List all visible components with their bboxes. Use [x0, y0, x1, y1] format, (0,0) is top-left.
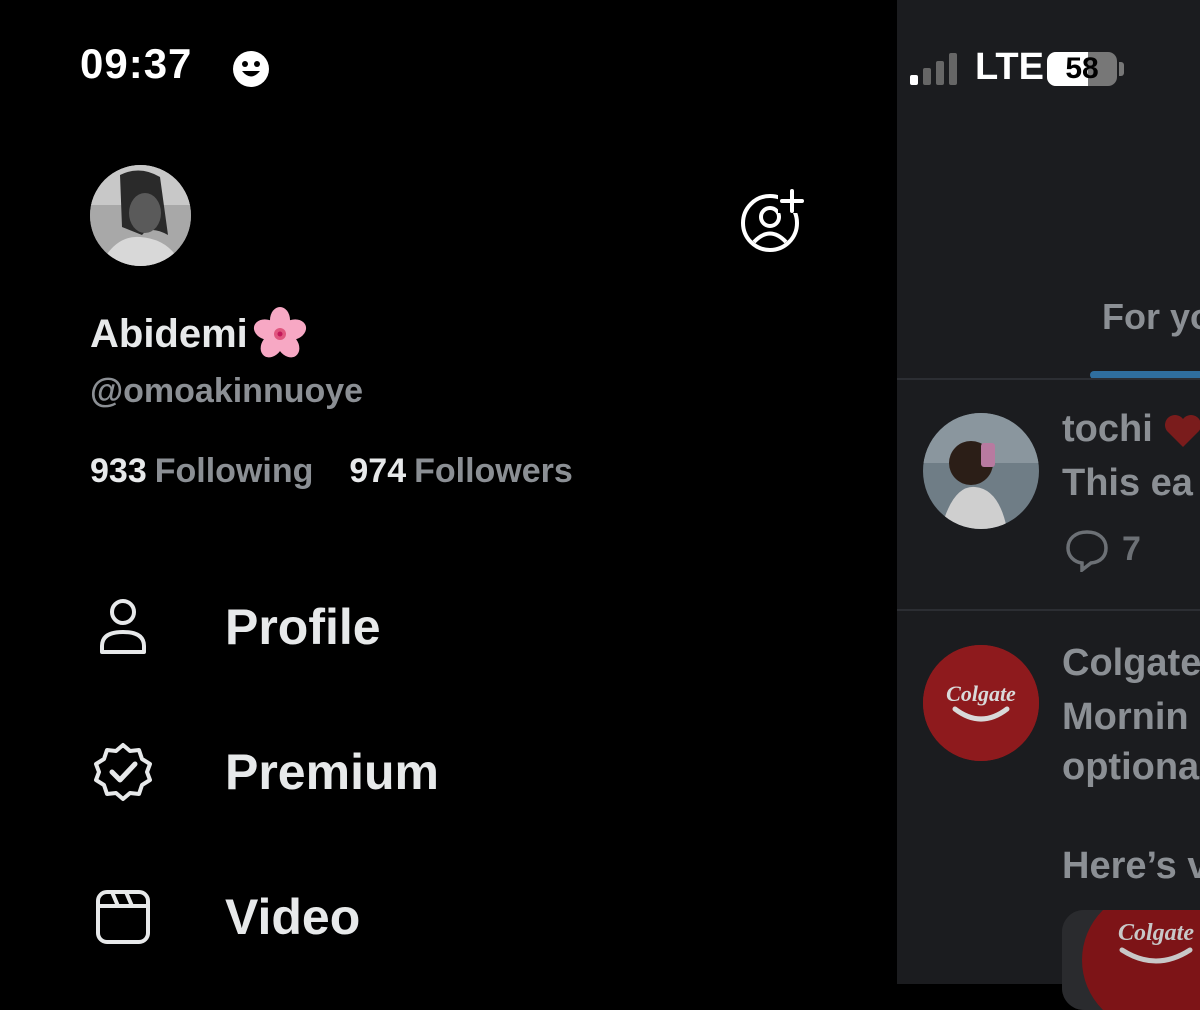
add-account-icon[interactable] [740, 187, 806, 253]
menu-label-video: Video [225, 889, 361, 945]
ad-media-thumbnail[interactable]: Colgate [1062, 910, 1200, 1010]
display-name-text: Abidemi [90, 311, 248, 356]
followers-link[interactable]: 974 Followers [349, 452, 572, 491]
menu-item-premium[interactable]: Premium [90, 739, 439, 805]
navigation-drawer: 09:37 Abidemi @omoakinnuoye 933 Followin… [0, 0, 897, 984]
following-label: Following [154, 452, 314, 490]
ad-logo-text: Colgate [1118, 920, 1194, 946]
battery-icon: 58 [1047, 52, 1117, 86]
post-divider [897, 609, 1200, 611]
following-link[interactable]: 933 Following [90, 452, 313, 491]
network-type: LTE [975, 46, 1044, 88]
promo-text: Here’s v [1062, 845, 1200, 887]
display-name[interactable]: Abidemi [90, 306, 308, 362]
post-author-name-colgate[interactable]: Colgate [1062, 642, 1200, 685]
tab-for-you[interactable]: For yo [1102, 296, 1200, 338]
status-time: 09:37 [80, 40, 193, 87]
followers-label: Followers [414, 452, 573, 490]
menu-label-profile: Profile [225, 599, 381, 655]
post-author-avatar[interactable] [923, 413, 1039, 529]
following-count: 933 [90, 452, 147, 490]
colgate-logo-avatar[interactable]: Colgate [923, 645, 1039, 761]
post-text-line-2: optiona [1062, 746, 1200, 788]
username-handle[interactable]: @omoakinnuoye [90, 372, 363, 411]
battery-tip [1119, 62, 1124, 76]
menu-label-premium: Premium [225, 744, 439, 800]
red-heart-icon [1165, 415, 1200, 447]
tab-divider [897, 378, 1200, 380]
menu-item-profile[interactable]: Profile [90, 594, 381, 660]
menu-item-video[interactable]: Video [90, 884, 360, 950]
focus-mode-smiley-icon [233, 51, 269, 87]
reply-count: 7 [1122, 530, 1141, 568]
battery-percentage: 58 [1065, 52, 1099, 85]
followers-count: 974 [349, 452, 407, 490]
post-author-name[interactable]: tochi [1062, 408, 1200, 451]
video-clapper-icon [96, 890, 150, 944]
cherry-blossom-icon [253, 307, 306, 358]
signal-strength-icon [910, 53, 957, 85]
verified-badge-icon [94, 743, 152, 801]
person-icon [100, 599, 146, 654]
follow-stats: 933 Following 974 Followers [90, 452, 573, 491]
post-text: This ea [1062, 462, 1193, 504]
post-text-line-1: Mornin [1062, 696, 1189, 738]
reply-icon[interactable] [1064, 528, 1110, 572]
avatar[interactable] [90, 165, 191, 266]
colgate-logo-text: Colgate [946, 681, 1016, 706]
